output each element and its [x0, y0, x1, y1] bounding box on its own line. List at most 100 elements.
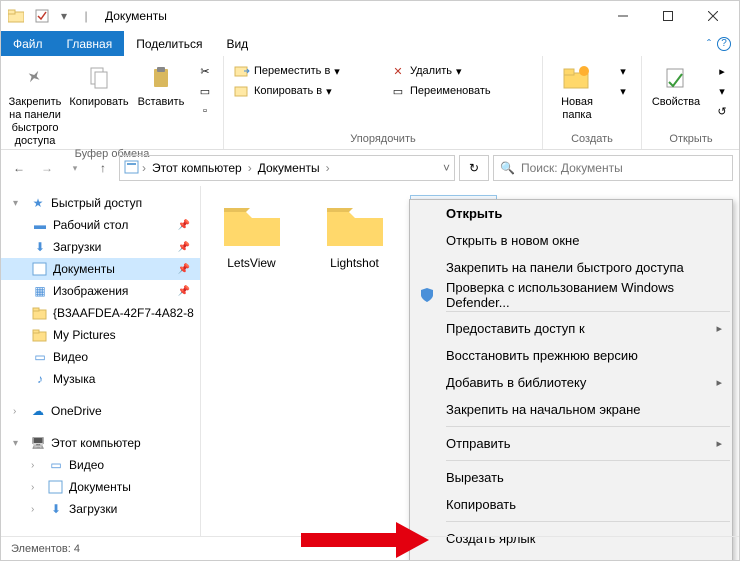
- sidebar-tp-video[interactable]: ›▭Видео: [1, 454, 200, 476]
- folder-item[interactable]: LetsView: [209, 200, 294, 270]
- folder-name: LetsView: [227, 256, 275, 270]
- sidebar-video[interactable]: ▭Видео: [1, 346, 200, 368]
- video-icon: ▭: [31, 348, 49, 366]
- copy-to-icon: [234, 83, 250, 99]
- sidebar-documents[interactable]: Документы📌: [1, 258, 200, 280]
- chevron-right-icon[interactable]: ›: [248, 161, 252, 175]
- sidebar-my-pictures[interactable]: My Pictures: [1, 324, 200, 346]
- copy-button[interactable]: Копировать: [69, 58, 129, 109]
- sidebar-guid-folder[interactable]: {B3AAFDEA-42F7-4A82-8: [1, 302, 200, 324]
- chevron-right-icon: ▸: [716, 322, 722, 335]
- pin-icon: 📌: [178, 242, 200, 253]
- title-bar: ▾ | Документы: [1, 1, 739, 31]
- ribbon-collapse-icon[interactable]: ˆ: [707, 37, 711, 51]
- refresh-button[interactable]: ↻: [459, 155, 489, 181]
- status-bar: Элементов: 4: [1, 536, 739, 560]
- path-this-pc[interactable]: Этот компьютер: [148, 161, 246, 175]
- folder-item[interactable]: Lightshot: [312, 200, 397, 270]
- rename-button[interactable]: ▭Переименовать: [386, 82, 536, 100]
- copy-path-button[interactable]: ▭: [193, 82, 217, 100]
- search-placeholder: Поиск: Документы: [521, 161, 623, 175]
- ctx-windows-defender[interactable]: Проверка с использованием Windows Defend…: [410, 281, 732, 308]
- minimize-button[interactable]: [600, 1, 645, 31]
- window-title: Документы: [105, 9, 167, 23]
- context-menu: Открыть Открыть в новом окне Закрепить н…: [409, 199, 733, 561]
- sidebar-music[interactable]: ♪Музыка: [1, 368, 200, 390]
- app-icon: [5, 5, 27, 27]
- sidebar-downloads[interactable]: ⬇Загрузки📌: [1, 236, 200, 258]
- path-documents[interactable]: Документы: [254, 161, 324, 175]
- group-organize-label: Упорядочить: [350, 133, 415, 147]
- tab-file[interactable]: Файл: [1, 31, 55, 56]
- video-icon: ▭: [47, 456, 65, 474]
- copy-to-button[interactable]: Копировать в ▾: [230, 82, 380, 100]
- search-box[interactable]: 🔍 Поиск: Документы: [493, 155, 733, 181]
- ctx-pin-start[interactable]: Закрепить на начальном экране: [410, 396, 732, 423]
- move-to-icon: [234, 63, 250, 79]
- onedrive-icon: ☁: [29, 402, 47, 420]
- chevron-right-icon[interactable]: ›: [326, 161, 330, 175]
- search-icon: 🔍: [500, 161, 515, 175]
- pin-quick-access-button[interactable]: Закрепить на панели быстрого доступа: [7, 58, 63, 148]
- delete-button[interactable]: ✕Удалить ▾: [386, 62, 536, 80]
- sidebar-this-pc[interactable]: ▾🖥Этот компьютер: [1, 432, 200, 454]
- move-to-button[interactable]: Переместить в ▾: [230, 62, 380, 80]
- open-button[interactable]: ▸: [710, 62, 734, 80]
- ctx-pin-quick-access[interactable]: Закрепить на панели быстрого доступа: [410, 254, 732, 281]
- history-button[interactable]: ↺: [710, 102, 734, 120]
- properties-button[interactable]: Свойства: [648, 58, 704, 109]
- new-folder-button[interactable]: Новая папка: [549, 58, 605, 122]
- sidebar-quick-access[interactable]: ▾★Быстрый доступ: [1, 192, 200, 214]
- tab-share[interactable]: Поделиться: [124, 31, 214, 56]
- ctx-give-access[interactable]: Предоставить доступ к▸: [410, 315, 732, 342]
- sidebar-onedrive[interactable]: ›☁OneDrive: [1, 400, 200, 422]
- downloads-icon: ⬇: [31, 238, 49, 256]
- close-button[interactable]: [690, 1, 735, 31]
- pin-icon: 📌: [178, 264, 200, 275]
- pc-icon: 🖥: [29, 434, 47, 452]
- forward-button[interactable]: →: [35, 156, 59, 180]
- sidebar-tp-downloads[interactable]: ›⬇Загрузки: [1, 498, 200, 520]
- ctx-add-library[interactable]: Добавить в библиотеку▸: [410, 369, 732, 396]
- recent-button[interactable]: ▾: [63, 156, 87, 180]
- pin-icon: [19, 62, 51, 94]
- up-button[interactable]: ↑: [91, 156, 115, 180]
- chevron-right-icon: ▸: [716, 376, 722, 389]
- path-icon: ▭: [197, 83, 213, 99]
- ctx-copy[interactable]: Копировать: [410, 491, 732, 518]
- edit-button[interactable]: ▾: [710, 82, 734, 100]
- sidebar-pictures[interactable]: ▦Изображения📌: [1, 280, 200, 302]
- ctx-restore-version[interactable]: Восстановить прежнюю версию: [410, 342, 732, 369]
- star-icon: ★: [29, 194, 47, 212]
- new-item-button[interactable]: ▾: [611, 62, 635, 80]
- sidebar-tp-documents[interactable]: ›Документы: [1, 476, 200, 498]
- back-button[interactable]: ←: [7, 156, 31, 180]
- folder-icon: [220, 200, 284, 250]
- help-icon[interactable]: ?: [717, 37, 731, 51]
- qat-properties-icon[interactable]: [31, 5, 53, 27]
- ctx-send-to[interactable]: Отправить▸: [410, 430, 732, 457]
- cut-small-button[interactable]: ✂: [193, 62, 217, 80]
- sidebar-desktop[interactable]: ▬Рабочий стол📌: [1, 214, 200, 236]
- shortcut-icon: ▫: [197, 103, 213, 119]
- tab-view[interactable]: Вид: [214, 31, 260, 56]
- paste-shortcut-button[interactable]: ▫: [193, 102, 217, 120]
- easy-access-button[interactable]: ▾: [611, 82, 635, 100]
- downloads-icon: ⬇: [47, 500, 65, 518]
- ctx-cut[interactable]: Вырезать: [410, 464, 732, 491]
- ctx-open[interactable]: Открыть: [410, 200, 732, 227]
- path-dropdown-icon[interactable]: ˅: [443, 161, 450, 175]
- path-box[interactable]: › Этот компьютер › Документы › ˅: [119, 155, 455, 181]
- chevron-right-icon[interactable]: ›: [142, 161, 146, 175]
- documents-icon: [31, 260, 49, 278]
- maximize-button[interactable]: [645, 1, 690, 31]
- pin-icon: 📌: [178, 220, 200, 231]
- delete-icon: ✕: [390, 63, 406, 79]
- qat-dropdown-icon[interactable]: ▾: [57, 5, 71, 27]
- desktop-icon: ▬: [31, 216, 49, 234]
- tab-home[interactable]: Главная: [55, 31, 125, 56]
- folder-icon: [323, 200, 387, 250]
- paste-button[interactable]: Вставить: [135, 58, 187, 109]
- new-folder-icon: [561, 62, 593, 94]
- ctx-open-new-window[interactable]: Открыть в новом окне: [410, 227, 732, 254]
